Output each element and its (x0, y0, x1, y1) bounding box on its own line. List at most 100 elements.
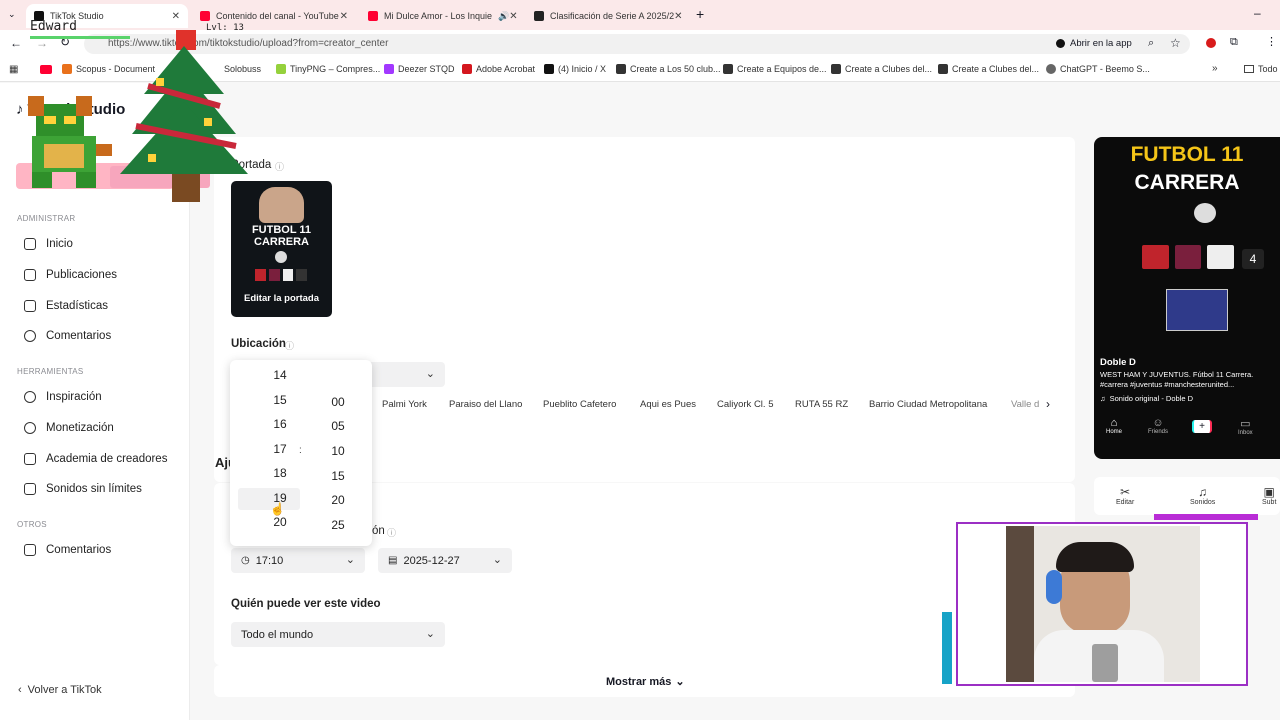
more-bookmarks-chevron-icon[interactable]: » (1212, 63, 1218, 74)
info-icon: ⓘ (275, 162, 285, 172)
puzzle-extensions-icon[interactable]: ⧉ (1230, 36, 1238, 49)
bookmark-label: Create a Equipos de... (737, 64, 827, 74)
close-tab-icon[interactable]: ✕ (509, 11, 517, 22)
location-chip[interactable]: RUTA 55 RZ (795, 399, 848, 410)
bookmark-label: Adobe Acrobat (476, 64, 536, 74)
bookmark-x[interactable]: (4) Inicio / X (544, 64, 606, 74)
location-chip[interactable]: Pueblito Cafetero (543, 399, 616, 410)
sidebar-item-monetizacion[interactable]: Monetización (24, 422, 114, 434)
pixel-dragon-icon (28, 96, 112, 188)
audience-select[interactable]: Todo el mundo ⌄ (231, 622, 445, 647)
subtitles-tool-button[interactable]: ▣ Subt (1262, 485, 1276, 506)
hour-option[interactable]: 15 (268, 393, 292, 407)
sidebar-item-academia[interactable]: Academia de creadores (24, 453, 167, 465)
bookmark-create-4[interactable]: Create a Clubes del... (938, 64, 1039, 74)
date-value: 2025-12-27 (403, 554, 460, 567)
inbox-icon: ▭ (1240, 418, 1251, 430)
hour-option[interactable]: 18 (268, 466, 292, 480)
minute-option[interactable]: 25 (326, 518, 350, 532)
new-tab-icon[interactable]: + (696, 6, 704, 22)
tool-label: Subt (1262, 499, 1277, 506)
close-tab-icon[interactable]: ✕ (340, 11, 348, 22)
zoom-icon[interactable]: ⌕ (1148, 37, 1154, 50)
preview-caption: WEST HAM Y JUVENTUS. Fútbol 11 Carrera. … (1100, 370, 1254, 389)
tab-youtube-song[interactable]: Mi Dulce Amor - Los Inquie 🔊 ✕ (360, 4, 522, 28)
calendar-icon: ▤ (388, 555, 398, 566)
menu-dots-icon[interactable]: ⋮ (1266, 35, 1277, 48)
overlay-xp-bar (30, 36, 130, 39)
back-to-tiktok-link[interactable]: ‹ Volver a TikTok (18, 684, 102, 696)
minute-option[interactable]: 20 (326, 493, 350, 507)
bookmark-deezer[interactable]: Deezer STQD (384, 64, 455, 74)
minimize-window-icon[interactable]: – (1254, 6, 1261, 20)
youtube-favicon-icon (368, 11, 378, 21)
open-in-app-chip[interactable]: Abrir en la app (1056, 38, 1132, 49)
sidebar-item-comentarios[interactable]: Comentarios (24, 330, 111, 342)
show-more-label: Mostrar más (606, 675, 672, 688)
analytics-icon (24, 300, 36, 312)
hour-option[interactable]: 16 (268, 417, 292, 431)
bookmark-create-2[interactable]: Create a Equipos de... (723, 64, 827, 74)
close-tab-icon[interactable]: ✕ (674, 11, 682, 22)
sidebar-item-publicaciones[interactable]: Publicaciones (24, 269, 117, 281)
hour-option[interactable]: 17 (268, 442, 292, 456)
bookmark-label: Deezer STQD (398, 64, 455, 74)
cover-title-2: CARRERA (254, 236, 309, 248)
cup (1092, 644, 1118, 682)
folder-icon (1244, 65, 1254, 73)
preview-title-1: FUTBOL 11 (1130, 143, 1244, 166)
bookmark-acrobat[interactable]: Adobe Acrobat (462, 64, 535, 74)
apps-grid-icon[interactable]: ▦ (9, 64, 18, 75)
sidebar-item-sonidos[interactable]: Sonidos sin límites (24, 483, 142, 495)
show-more-button[interactable]: Mostrar más ⌄ (606, 675, 685, 689)
location-chip[interactable]: Paraiso del Llano (449, 399, 522, 410)
sidebar-item-inicio[interactable]: Inicio (24, 238, 73, 250)
creator-face-thumbnail (259, 187, 304, 223)
time-select[interactable]: ◷ 17:10 ⌄ (231, 548, 365, 573)
minute-option[interactable]: 10 (326, 444, 350, 458)
star-bookmark-icon[interactable]: ☆ (1170, 36, 1181, 50)
bookmark-chatgpt[interactable]: ChatGPT - Beemo S... (1046, 64, 1150, 74)
minute-option[interactable]: 15 (326, 469, 350, 483)
subtitles-icon: ▣ (1263, 485, 1275, 499)
edit-cover-button[interactable]: Editar la portada (231, 293, 332, 304)
sidebar-item-label: Inspiración (46, 391, 102, 403)
date-select[interactable]: ▤ 2025-12-27 ⌄ (378, 548, 512, 573)
nav-label: Home (1106, 429, 1123, 435)
info-icon: ⓘ (387, 528, 397, 538)
tool-label: Sonidos (1190, 499, 1216, 506)
minute-option[interactable]: 05 (326, 419, 350, 433)
chevron-right-icon[interactable]: › (1046, 397, 1050, 411)
sidebar-item-estadisticas[interactable]: Estadísticas (24, 300, 108, 312)
sidebar-item-label: Comentarios (46, 544, 112, 556)
tab-list-chevron-icon[interactable]: ⌄ (8, 9, 16, 20)
location-chip[interactable]: Aqui es Pues (640, 399, 696, 410)
audio-playing-icon[interactable]: 🔊 (498, 11, 509, 22)
sounds-tool-button[interactable]: ♫ Sonidos (1190, 485, 1215, 506)
location-chip[interactable]: Palmi York (382, 399, 427, 410)
hour-option[interactable]: 20 (268, 515, 292, 529)
hour-option[interactable]: 14 (268, 368, 292, 382)
sidebar-item-inspiracion[interactable]: Inspiración (24, 391, 102, 403)
all-bookmarks-folder[interactable]: Todo (1244, 64, 1278, 74)
tab-serie-a[interactable]: Clasificación de Serie A 2025/2 ✕ (526, 4, 688, 28)
time-value: 17:10 (255, 554, 284, 567)
bookmark-create-1[interactable]: Create a Los 50 club... (616, 64, 721, 74)
minute-option[interactable]: 00 (326, 395, 350, 409)
bookmark-label: (4) Inicio / X (558, 64, 607, 74)
location-chip[interactable]: Caliyork Cl. 5 (717, 399, 774, 410)
edit-tool-button[interactable]: ✂ Editar (1116, 485, 1134, 506)
hand-cursor-icon: ☝ (270, 502, 285, 516)
acrobat-icon (462, 64, 472, 74)
bookmark-create-3[interactable]: Create a Clubes del... (831, 64, 932, 74)
sidebar-item-feedback[interactable]: Comentarios (24, 544, 111, 556)
bookmark-label: ChatGPT - Beemo S... (1060, 64, 1150, 74)
bookmark-tinypng[interactable]: TinyPNG – Compres... (276, 64, 380, 74)
location-chip[interactable]: Barrio Ciudad Metropolitana (869, 399, 987, 410)
audience-label: Quién puede ver este video (231, 598, 381, 610)
chevron-down-icon: ⌄ (425, 628, 435, 640)
chevron-down-icon: ⌄ (345, 554, 355, 566)
phone-preview: FUTBOL 11 CARRERA 4 Doble D WEST HAM Y J… (1094, 137, 1280, 459)
extension-icon[interactable] (1206, 38, 1216, 48)
location-chip[interactable]: Valle d (1011, 399, 1039, 410)
